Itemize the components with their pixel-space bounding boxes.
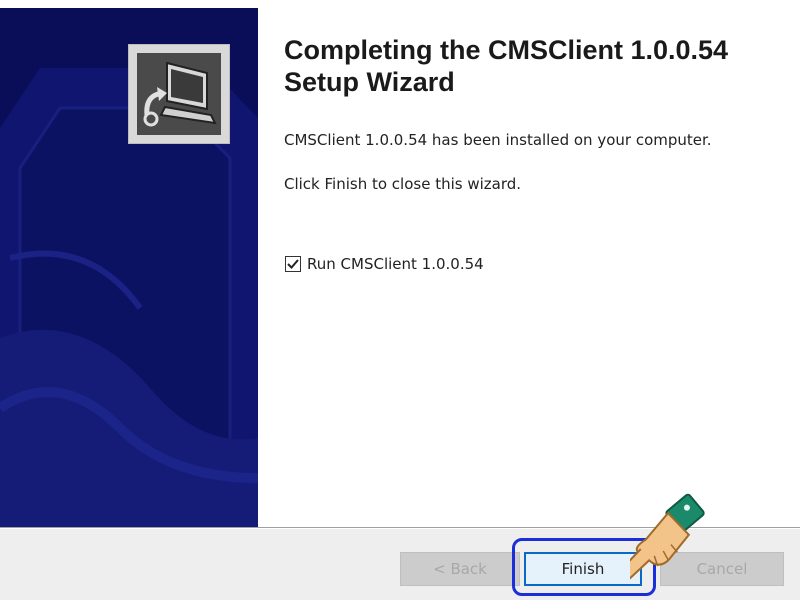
footer-divider-highlight	[0, 528, 800, 529]
finish-button[interactable]: Finish	[524, 552, 642, 586]
installer-computer-icon	[137, 53, 221, 135]
installer-logo	[128, 44, 230, 144]
title-line-1: Completing the CMSClient 1.0.0.54	[284, 35, 729, 65]
title-line-2: Setup Wizard	[284, 67, 455, 97]
finish-instruction: Click Finish to close this wizard.	[284, 175, 522, 193]
installed-message: CMSClient 1.0.0.54 has been installed on…	[284, 131, 712, 149]
back-button[interactable]: < Back	[400, 552, 520, 586]
wizard-side-banner	[0, 8, 258, 527]
run-app-label: Run CMSClient 1.0.0.54	[307, 255, 484, 273]
run-app-option[interactable]: Run CMSClient 1.0.0.54	[285, 255, 484, 273]
wizard-heading-block: Completing the CMSClient 1.0.0.54 Setup …	[284, 34, 784, 98]
run-app-checkbox[interactable]	[285, 256, 301, 272]
checkmark-icon	[287, 259, 299, 269]
setup-wizard-window: Completing the CMSClient 1.0.0.54 Setup …	[0, 0, 800, 600]
page-title: Completing the CMSClient 1.0.0.54 Setup …	[284, 34, 784, 98]
cancel-button[interactable]: Cancel	[660, 552, 784, 586]
